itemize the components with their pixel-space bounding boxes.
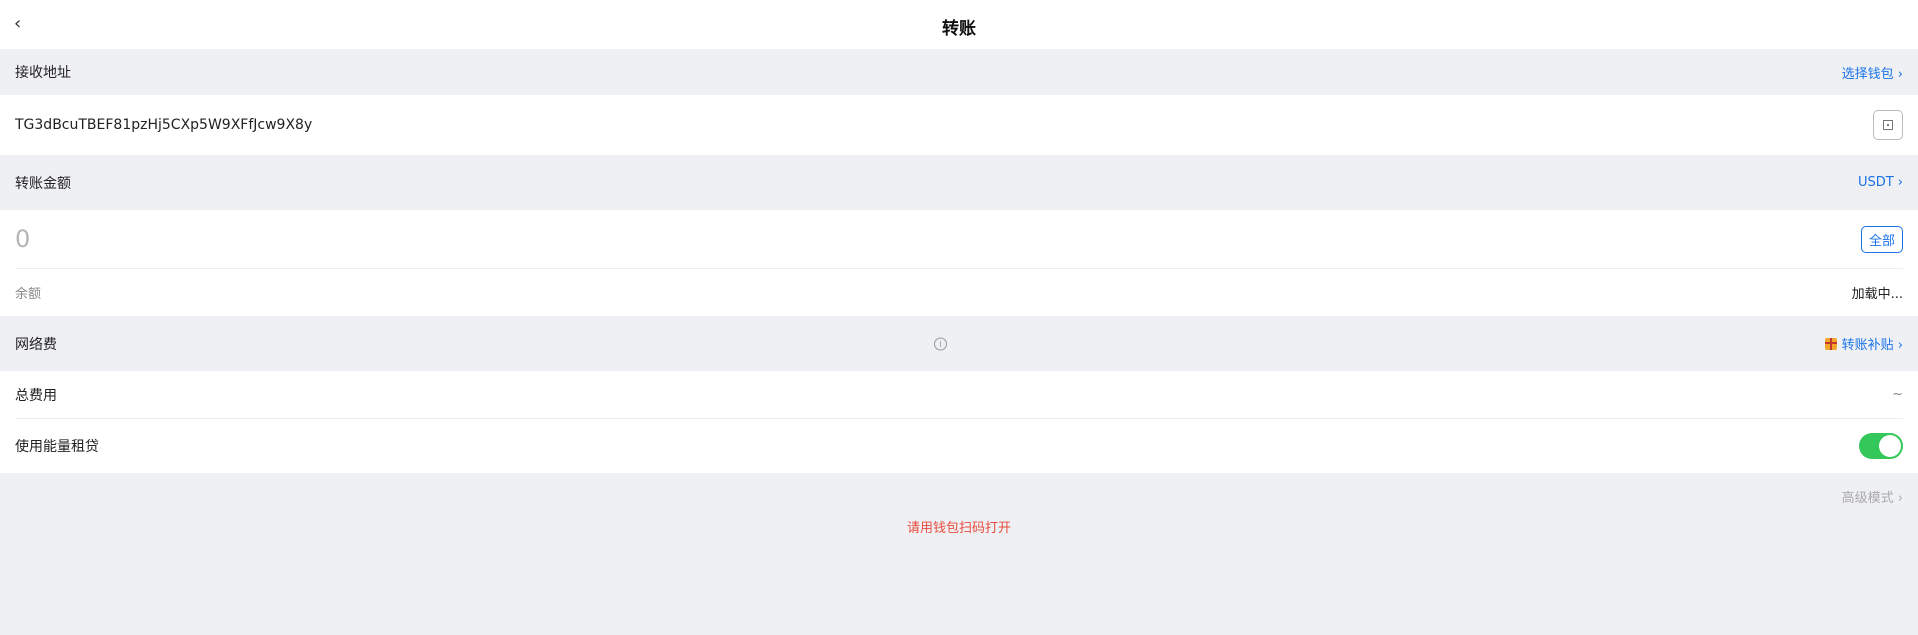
amount-input[interactable]: 0 [15,225,30,253]
total-fee-label: 总费用 [15,387,57,404]
select-wallet-link[interactable]: 选择钱包 › [1842,63,1903,82]
scan-button[interactable] [1873,110,1903,140]
page-title: 转账 [942,19,976,39]
recipient-label: 接收地址 [15,65,71,81]
toggle-knob [1879,435,1901,457]
subsidy-label: 转账补贴 › [1841,338,1903,353]
energy-rental-toggle[interactable] [1859,433,1903,459]
token-selector[interactable]: USDT › [1858,175,1903,190]
scan-hint-text: 请用钱包扫码打开 [906,521,1011,536]
balance-label: 余额 [15,287,42,302]
recipient-card: TG3dBcuTBEF81pzHj5CXp5W9XFfJcw9X8y [0,95,1918,155]
advanced-row: 高级模式 › [0,473,1918,517]
subsidy-link[interactable]: 转账补贴 › [1824,334,1903,353]
header-bar: ‹ 转账 [0,0,1918,49]
balance-value: 加载中... [1851,287,1903,302]
recipient-section-header: 接收地址 选择钱包 › [0,49,1918,95]
fee-label: 网络费 [15,336,57,353]
gift-icon [1824,338,1837,350]
amount-card: 0 全部 余额 加载中... [0,210,1918,316]
total-fee-value: ~ [1892,387,1903,402]
advanced-mode-link[interactable]: 高级模式 › [1842,487,1903,506]
amount-section-header: 转账金额 USDT › [0,155,1918,210]
energy-rental-label: 使用能量租贷 [15,439,99,455]
all-button[interactable]: 全部 [1860,225,1903,253]
fee-card: 总费用 ~ 使用能量租贷 [0,371,1918,473]
fee-section-header: 网络费 i 转账补贴 › [0,316,1918,371]
info-icon[interactable]: i [934,337,947,350]
recipient-address-input[interactable]: TG3dBcuTBEF81pzHj5CXp5W9XFfJcw9X8y [15,117,312,133]
scan-icon [1883,120,1893,130]
amount-label: 转账金额 [15,175,71,192]
